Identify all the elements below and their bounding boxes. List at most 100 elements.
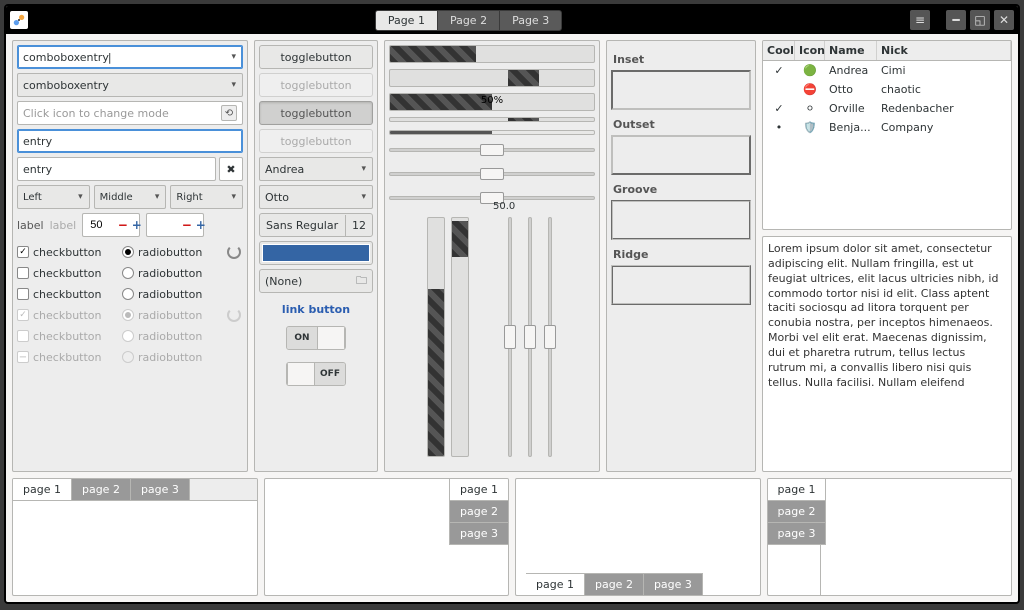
entry-1[interactable]: entry: [17, 129, 243, 153]
maximize-icon[interactable]: ◱: [970, 10, 990, 30]
checkbox[interactable]: [17, 288, 29, 300]
clear-icon[interactable]: ✖: [219, 157, 243, 181]
vscale-3[interactable]: [543, 217, 557, 457]
combo-middle[interactable]: Middle: [94, 185, 167, 209]
nb-bottom-tab-2[interactable]: page 2: [585, 573, 644, 595]
progress-panel: 50% 50.0: [384, 40, 600, 472]
textview-lorem[interactable]: Lorem ipsum dolor sit amet, consectetur …: [762, 236, 1012, 472]
tab-page-2[interactable]: Page 2: [437, 10, 500, 31]
spin-value[interactable]: [88, 218, 116, 232]
vertical-widgets: 50.0: [389, 217, 595, 457]
spin-plus-icon[interactable]: +: [194, 218, 207, 232]
comboboxentry-active[interactable]: comboboxentry|: [17, 45, 243, 69]
folder-icon: 🗀: [356, 272, 367, 291]
col-cool-header[interactable]: Cool: [763, 41, 795, 60]
switch-on-label: ON: [287, 327, 317, 349]
frame-ridge: [611, 265, 751, 305]
nb-right-tab-1[interactable]: page 1: [449, 479, 508, 501]
spin-value-empty[interactable]: [152, 218, 180, 232]
label-insensitive: label: [50, 219, 77, 232]
hscale-1[interactable]: [389, 143, 595, 157]
radio-mixed: [122, 351, 134, 363]
notebook-top: page 1 page 2 page 3: [12, 478, 258, 596]
titlebar: Page 1 Page 2 Page 3 ≡ ━ ◱ ✕: [6, 6, 1018, 34]
page-switcher: Page 1 Page 2 Page 3: [376, 10, 562, 31]
progressbar-thin: [389, 117, 595, 122]
frame-ridge-label: Ridge: [613, 248, 749, 261]
nb-top-tab-1[interactable]: page 1: [13, 479, 72, 500]
table-row[interactable]: ✓⚪OrvilleRedenbacher: [763, 99, 1011, 118]
nb-right-tab-3[interactable]: page 3: [449, 523, 508, 545]
spinbutton-empty[interactable]: −+: [146, 213, 204, 237]
nb-left-tab-1[interactable]: page 1: [768, 479, 827, 501]
check-radio-grid: checkbutton radiobutton checkbutton radi…: [17, 243, 243, 366]
spinbutton-50[interactable]: −+: [82, 213, 140, 237]
label-sensitive: label: [17, 219, 44, 232]
spin-plus-icon[interactable]: +: [130, 218, 143, 232]
nb-left-tab-3[interactable]: page 3: [768, 523, 827, 545]
frames-panel: Inset Outset Groove Ridge: [606, 40, 756, 472]
switch-off-label: OFF: [315, 363, 345, 385]
color-button[interactable]: [259, 241, 373, 265]
tab-page-3[interactable]: Page 3: [499, 10, 562, 31]
buttons-panel: togglebutton togglebutton togglebutton t…: [254, 40, 378, 472]
vscale-2[interactable]: [523, 217, 537, 457]
switch-slider[interactable]: [287, 363, 315, 385]
checkbox[interactable]: [17, 267, 29, 279]
frame-groove: [611, 200, 751, 240]
close-icon[interactable]: ✕: [994, 10, 1014, 30]
nb-right-tab-2[interactable]: page 2: [449, 501, 508, 523]
frame-inset-label: Inset: [613, 53, 749, 66]
menu-icon[interactable]: ≡: [910, 10, 930, 30]
switch-off[interactable]: OFF: [286, 362, 346, 386]
spinner-disabled-icon: [227, 308, 241, 322]
combo-left[interactable]: Left: [17, 185, 90, 209]
app-icon: [10, 11, 28, 29]
combo-otto[interactable]: Otto: [259, 185, 373, 209]
hscale-3[interactable]: [389, 191, 595, 205]
font-button[interactable]: Sans Regular12: [259, 213, 373, 237]
notebooks-row: page 1 page 2 page 3 page 1 page 2 page …: [12, 478, 1012, 596]
combo-right[interactable]: Right: [170, 185, 243, 209]
hscale-2[interactable]: [389, 167, 595, 181]
combo-andrea[interactable]: Andrea: [259, 157, 373, 181]
nb-top-tab-2[interactable]: page 2: [72, 479, 131, 500]
nb-bottom-tab-1[interactable]: page 1: [526, 573, 585, 595]
togglebutton-3-pressed[interactable]: togglebutton: [259, 101, 373, 125]
nb-bottom-tab-3[interactable]: page 3: [644, 573, 703, 595]
treeview[interactable]: Cool Icon Name Nick ✓🟢AndreaCimi ⛔Ottoch…: [762, 40, 1012, 230]
togglebutton-1[interactable]: togglebutton: [259, 45, 373, 69]
nb-top-tab-3[interactable]: page 3: [131, 479, 190, 500]
mode-toggle-icon[interactable]: ⟲: [221, 105, 237, 121]
radio[interactable]: [122, 288, 134, 300]
frame-groove-label: Groove: [613, 183, 749, 196]
col-nick-header[interactable]: Nick: [877, 41, 1011, 60]
minimize-icon[interactable]: ━: [946, 10, 966, 30]
switch-on[interactable]: ON: [286, 326, 346, 350]
comboboxentry[interactable]: comboboxentry: [17, 73, 243, 97]
file-chooser-button[interactable]: (None)🗀: [259, 269, 373, 293]
progressbar-2: [389, 69, 595, 87]
window: Page 1 Page 2 Page 3 ≡ ━ ◱ ✕ comboboxent…: [4, 4, 1020, 604]
col-name-header[interactable]: Name: [825, 41, 877, 60]
nb-left-tab-2[interactable]: page 2: [768, 501, 827, 523]
table-row[interactable]: ⛔Ottochaotic: [763, 80, 1011, 99]
radio[interactable]: [122, 267, 134, 279]
radio-on[interactable]: [122, 246, 134, 258]
col-icon-header[interactable]: Icon: [795, 41, 825, 60]
link-button[interactable]: link button: [259, 297, 373, 322]
icon-entry[interactable]: Click icon to change mode ⟲: [17, 101, 243, 125]
spin-minus-icon[interactable]: −: [180, 218, 193, 232]
frame-outset-label: Outset: [613, 118, 749, 131]
vprogressbar-2: [451, 217, 469, 457]
togglebutton-4: togglebutton: [259, 129, 373, 153]
togglebutton-2: togglebutton: [259, 73, 373, 97]
table-row[interactable]: ✓🟢AndreaCimi: [763, 61, 1011, 80]
entry-2[interactable]: entry: [17, 157, 216, 181]
switch-slider[interactable]: [317, 327, 345, 349]
spin-minus-icon[interactable]: −: [116, 218, 129, 232]
table-row[interactable]: •🛡️Benja...Company: [763, 118, 1011, 137]
checkbox-checked[interactable]: [17, 246, 29, 258]
vscale-1[interactable]: 50.0: [503, 217, 517, 457]
tab-page-1[interactable]: Page 1: [375, 10, 438, 31]
